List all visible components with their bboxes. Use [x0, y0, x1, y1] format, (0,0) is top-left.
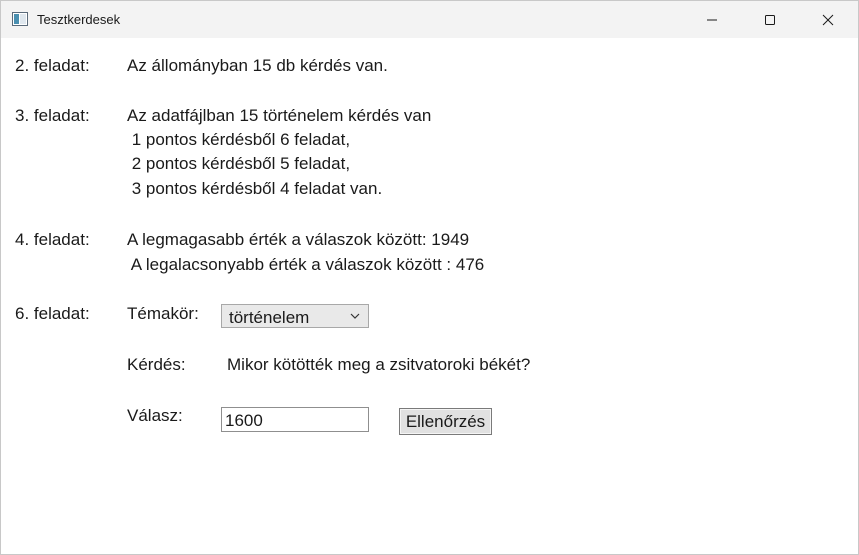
answer-label: Válasz:	[127, 406, 183, 425]
task4-line-1: A legmagasabb érték a válaszok között: 1…	[127, 230, 470, 249]
task2-label: 2. feladat:	[15, 56, 90, 75]
chevron-down-icon	[350, 313, 360, 319]
minimize-button[interactable]	[689, 1, 735, 38]
question-text: Mikor kötötték meg a zsitvatoroki békét?	[227, 355, 531, 374]
title-bar[interactable]: Tesztkerdesek	[1, 1, 858, 38]
answer-input[interactable]	[221, 407, 369, 432]
task2-text: Az állományban 15 db kérdés van.	[127, 56, 388, 75]
check-button[interactable]: Ellenőrzés	[399, 408, 492, 435]
task3-label: 3. feladat:	[15, 106, 90, 125]
task3-line-3: 2 pontos kérdésből 5 feladat,	[127, 154, 351, 173]
topic-selected-value: történelem	[229, 308, 310, 327]
minimize-icon	[707, 19, 717, 20]
topic-combobox[interactable]: történelem	[221, 304, 369, 328]
app-window: Tesztkerdesek 2. feladat: Az állományban…	[0, 0, 859, 555]
task4-label: 4. feladat:	[15, 230, 90, 249]
question-label: Kérdés:	[127, 355, 186, 374]
app-icon	[12, 12, 28, 26]
maximize-button[interactable]	[747, 1, 793, 38]
maximize-icon	[765, 14, 775, 25]
close-button[interactable]	[805, 1, 851, 38]
topic-label: Témakör:	[127, 304, 199, 323]
task6-label: 6. feladat:	[15, 304, 90, 323]
task3-line-1: Az adatfájlban 15 történelem kérdés van	[127, 106, 432, 125]
main-content: 2. feladat: Az állományban 15 db kérdés …	[1, 38, 858, 554]
close-icon	[822, 14, 834, 25]
task3-line-4: 3 pontos kérdésből 4 feladat van.	[127, 179, 383, 198]
window-title: Tesztkerdesek	[37, 12, 121, 27]
task3-line-2: 1 pontos kérdésből 6 feladat,	[127, 130, 351, 149]
task4-line-2: A legalacsonyabb érték a válaszok között…	[127, 255, 485, 274]
